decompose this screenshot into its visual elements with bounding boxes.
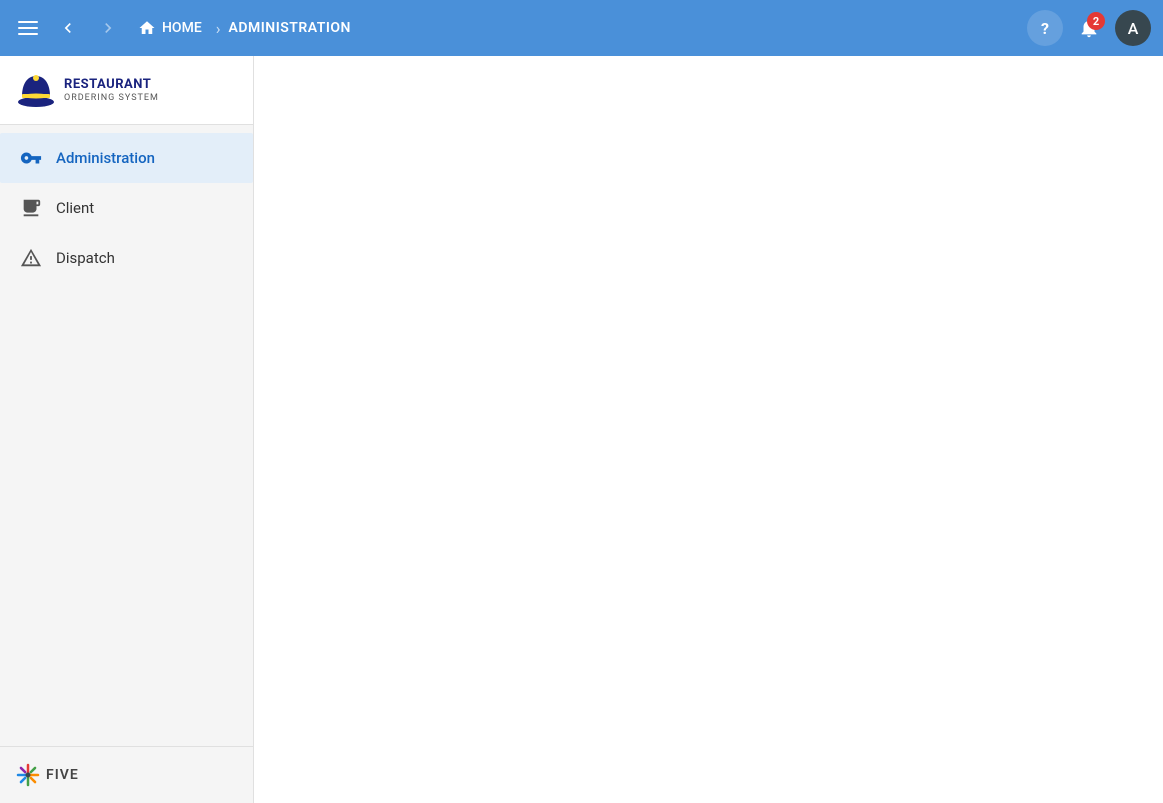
logo-restaurant: RESTAURANT [64,77,159,93]
sidebar-item-client-label: Client [56,199,94,217]
home-label: HOME [162,20,202,36]
menu-button[interactable] [12,15,44,41]
content-area [254,56,1163,803]
sidebar-item-dispatch[interactable]: Dispatch [0,233,253,283]
sidebar-item-dispatch-label: Dispatch [56,249,115,267]
five-logo: FIVE [16,763,237,787]
back-button[interactable] [52,14,84,42]
breadcrumb-separator: › [216,19,221,38]
sidebar-footer: FIVE [0,746,253,803]
current-page-label: ADMINISTRATION [229,20,351,36]
logo-text: RESTAURANT ORDERING SYSTEM [64,77,159,103]
sidebar-item-administration[interactable]: Administration [0,133,253,183]
sidebar: RESTAURANT ORDERING SYSTEM Administratio… [0,56,254,803]
client-icon [20,197,42,219]
topbar: HOME › ADMINISTRATION ? 2 A [0,0,1163,56]
notification-button[interactable]: 2 [1071,10,1107,46]
five-logo-text: FIVE [46,767,79,783]
sidebar-item-administration-label: Administration [56,149,155,167]
help-button[interactable]: ? [1027,10,1063,46]
sidebar-nav: Administration Client Dispatch [0,125,253,746]
sidebar-item-client[interactable]: Client [0,183,253,233]
main-layout: RESTAURANT ORDERING SYSTEM Administratio… [0,56,1163,803]
user-avatar[interactable]: A [1115,10,1151,46]
five-logo-icon [16,763,40,787]
home-nav[interactable]: HOME [132,15,208,41]
key-icon [20,147,42,169]
sidebar-logo: RESTAURANT ORDERING SYSTEM [0,56,253,125]
logo-icon [16,70,56,110]
dispatch-icon [20,247,42,269]
notification-badge: 2 [1087,12,1105,30]
logo-ordering: ORDERING SYSTEM [64,93,159,103]
forward-button[interactable] [92,14,124,42]
